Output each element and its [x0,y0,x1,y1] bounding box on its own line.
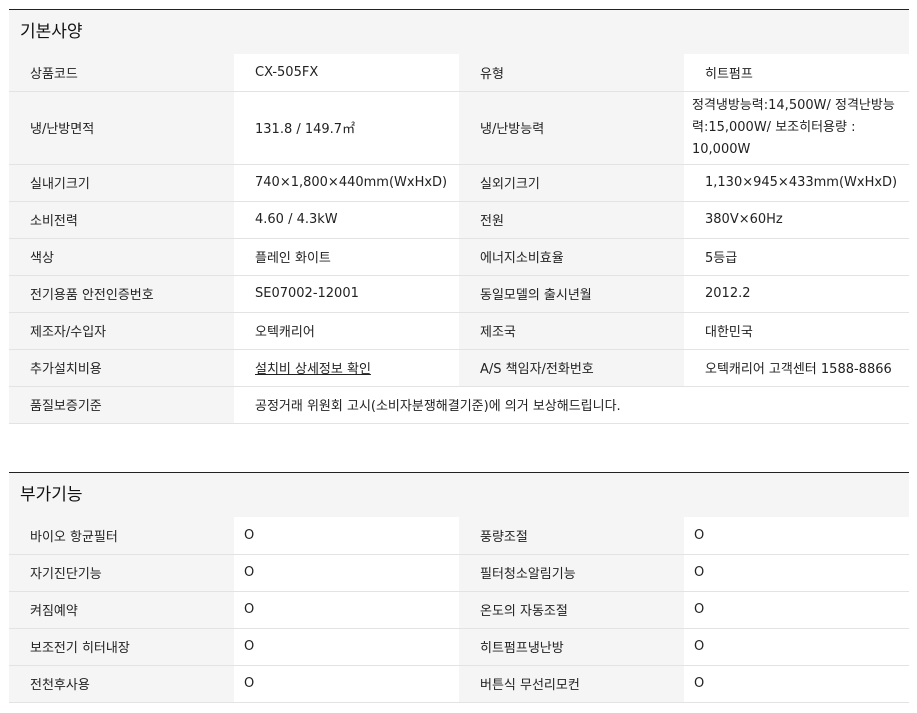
feature-value: O [234,517,459,555]
table-row: 상품코드 CX-505FX 유형 히트펌프 [9,54,909,92]
spec-value: 131.8 / 149.7㎡ [234,91,459,165]
spec-value: 1,130×945×433mm(WxHxD) [684,164,909,202]
feature-label: 풍량조절 [459,517,684,555]
extra-features-section: 부가기능 바이오 항균필터 O 풍량조절 O 자기진단기능 O 필터청소알림기능… [9,472,909,703]
quality-guarantee-value: 공정거래 위원회 고시(소비자분쟁해결기준)에 의거 보상해드립니다. [234,386,909,424]
table-row: 냉/난방면적 131.8 / 149.7㎡ 냉/난방능력 정격냉방능력:14,5… [9,91,909,165]
table-row: 추가설치비용 설치비 상세정보 확인 A/S 책임자/전화번호 오텍캐리어 고객… [9,349,909,387]
spec-label: 냉/난방면적 [9,91,234,165]
feature-label: 켜짐예약 [9,591,234,629]
spec-value: SE07002-12001 [234,275,459,313]
table-row: 소비전력 4.60 / 4.3kW 전원 380V×60Hz [9,201,909,239]
feature-label: 보조전기 히터내장 [9,628,234,666]
spec-label: A/S 책임자/전화번호 [459,349,684,387]
spec-label: 제조국 [459,312,684,350]
extra-features-title: 부가기능 [9,472,909,517]
table-row: 켜짐예약 O 온도의 자동조절 O [9,591,909,629]
table-row: 바이오 항균필터 O 풍량조절 O [9,517,909,555]
install-cost-detail-link[interactable]: 설치비 상세정보 확인 [255,362,371,377]
spec-value: 오텍캐리어 [234,312,459,350]
feature-value: O [684,591,909,629]
spec-label: 추가설치비용 [9,349,234,387]
feature-label: 자기진단기능 [9,554,234,592]
feature-label: 히트펌프냉난방 [459,628,684,666]
feature-label: 온도의 자동조절 [459,591,684,629]
spec-label: 품질보증기준 [9,386,234,424]
feature-label: 전천후사용 [9,665,234,703]
spec-label: 에너지소비효율 [459,238,684,276]
feature-value: O [234,665,459,703]
spec-value: 4.60 / 4.3kW [234,201,459,239]
extra-features-table: 바이오 항균필터 O 풍량조절 O 자기진단기능 O 필터청소알림기능 O 켜짐… [9,517,909,703]
table-row: 제조자/수입자 오텍캐리어 제조국 대한민국 [9,312,909,350]
spec-value: 플레인 화이트 [234,238,459,276]
feature-value: O [684,665,909,703]
spec-value: 오텍캐리어 고객센터 1588-8866 [684,349,909,387]
feature-label: 버튼식 무선리모컨 [459,665,684,703]
feature-value: O [234,591,459,629]
spec-label: 상품코드 [9,54,234,92]
spec-value: 2012.2 [684,275,909,313]
basic-spec-title: 기본사양 [9,9,909,54]
feature-value: O [234,554,459,592]
spec-label: 전원 [459,201,684,239]
table-row: 실내기크기 740×1,800×440mm(WxHxD) 실외기크기 1,130… [9,164,909,202]
spec-label: 냉/난방능력 [459,91,684,165]
spec-label: 실내기크기 [9,164,234,202]
spec-label: 제조자/수입자 [9,312,234,350]
feature-value: O [684,554,909,592]
spec-label: 동일모델의 출시년월 [459,275,684,313]
spec-value: 히트펌프 [684,54,909,92]
spec-value: 380V×60Hz [684,201,909,239]
basic-spec-section: 기본사양 상품코드 CX-505FX 유형 히트펌프 냉/난방면적 131.8 … [9,9,909,424]
spec-value: 5등급 [684,238,909,276]
table-row: 전기용품 안전인증번호 SE07002-12001 동일모델의 출시년월 201… [9,275,909,313]
table-row: 자기진단기능 O 필터청소알림기능 O [9,554,909,592]
spec-value: 740×1,800×440mm(WxHxD) [234,164,459,202]
feature-value: O [234,628,459,666]
feature-label: 필터청소알림기능 [459,554,684,592]
table-row: 색상 플레인 화이트 에너지소비효율 5등급 [9,238,909,276]
spec-value: 정격냉방능력:14,500W/ 정격난방능력:15,000W/ 보조히터용량 :… [684,91,909,165]
table-row: 품질보증기준 공정거래 위원회 고시(소비자분쟁해결기준)에 의거 보상해드립니… [9,386,909,424]
spec-label: 소비전력 [9,201,234,239]
spec-label: 실외기크기 [459,164,684,202]
spec-value: CX-505FX [234,54,459,92]
spec-value: 대한민국 [684,312,909,350]
spec-label: 전기용품 안전인증번호 [9,275,234,313]
feature-value: O [684,628,909,666]
spec-label: 유형 [459,54,684,92]
feature-label: 바이오 항균필터 [9,517,234,555]
spec-label: 색상 [9,238,234,276]
feature-value: O [684,517,909,555]
basic-spec-table: 상품코드 CX-505FX 유형 히트펌프 냉/난방면적 131.8 / 149… [9,54,909,424]
spec-value: 설치비 상세정보 확인 [234,349,459,387]
table-row: 보조전기 히터내장 O 히트펌프냉난방 O [9,628,909,666]
table-row: 전천후사용 O 버튼식 무선리모컨 O [9,665,909,703]
